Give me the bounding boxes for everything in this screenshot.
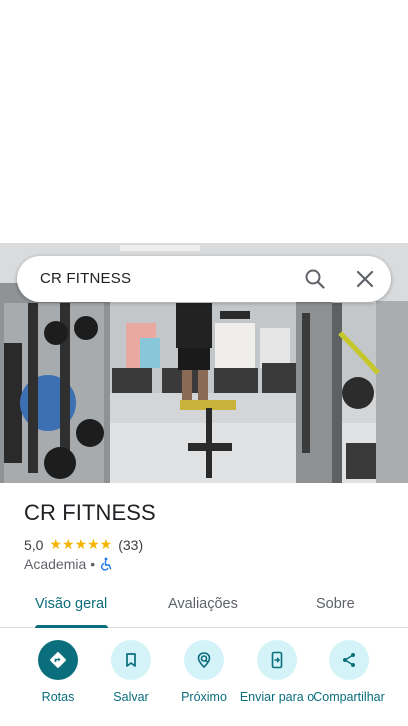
place-title: CR FITNESS [24,500,156,525]
place-category: Academia [24,556,87,572]
directions-label: Rotas [41,690,75,704]
star-rating-icon: ★★★★★ [49,536,113,552]
send-to-phone-label: Enviar para o [239,690,315,704]
save-button[interactable]: Salvar [91,640,171,705]
category-row: Academia • [24,556,113,572]
map-blank-area [0,0,408,243]
share-icon[interactable] [329,640,369,680]
nearby-button[interactable]: Próximo [164,640,244,705]
rating-row[interactable]: 5,0 ★★★★★ (33) [24,536,143,553]
directions-icon[interactable] [38,640,78,680]
tab-about[interactable]: Sobre [316,596,355,612]
rating-value: 5,0 [24,536,44,553]
wheelchair-accessible-icon [99,557,113,571]
active-tab-indicator [35,625,108,628]
tab-reviews[interactable]: Avaliações [168,596,238,612]
send-to-phone-icon[interactable] [257,640,297,680]
share-label: Compartilhar [313,690,385,704]
review-count[interactable]: (33) [118,537,143,553]
search-query[interactable]: CR FITNESS [40,270,131,287]
tab-bar: Visão geral Avaliações Sobre [0,584,408,628]
bookmark-icon[interactable] [111,640,151,680]
nearby-label: Próximo [181,690,227,704]
search-icon[interactable] [303,267,327,291]
share-button[interactable]: Compartilhar [309,640,389,705]
directions-button[interactable]: Rotas [18,640,98,705]
action-bar: Rotas Salvar Próximo Enviar para o Compa… [0,640,408,726]
close-icon[interactable] [353,267,377,291]
search-bar[interactable]: CR FITNESS [17,256,391,302]
send-to-phone-button[interactable]: Enviar para o [237,640,317,705]
save-label: Salvar [113,690,149,704]
tab-overview[interactable]: Visão geral [35,596,107,612]
nearby-icon[interactable] [184,640,224,680]
separator: • [90,556,96,572]
